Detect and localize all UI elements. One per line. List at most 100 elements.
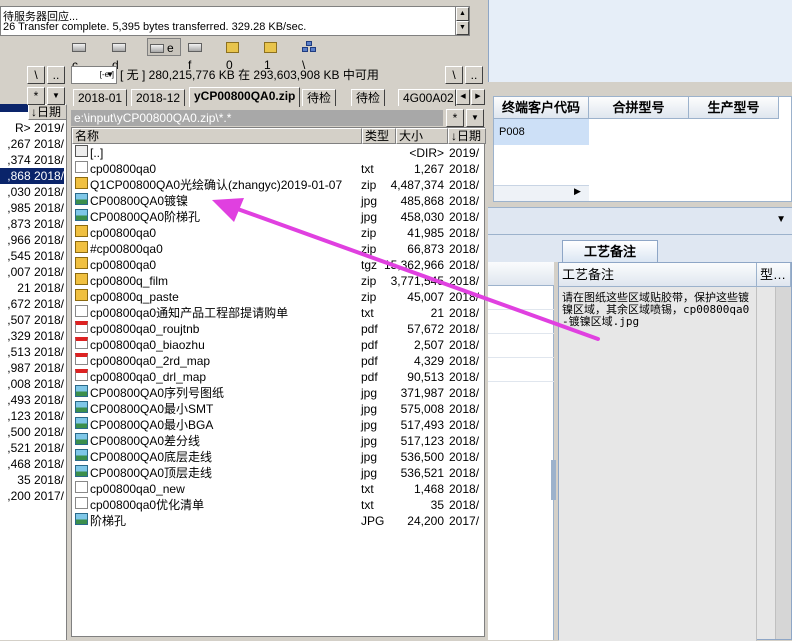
left-pane-row[interactable]: ,329 2018/ — [0, 328, 64, 344]
left-date-header[interactable]: ↓日期 — [28, 104, 67, 120]
panel-splitter[interactable]: ▼ — [488, 207, 792, 235]
grid-header-customer-code[interactable]: 终端客户代码 — [494, 97, 589, 119]
drive-button-e[interactable]: e — [147, 38, 181, 56]
column-name[interactable]: 名称 — [72, 128, 362, 144]
grid-header-merged-model[interactable]: 合拼型号 — [589, 97, 689, 119]
left-pane-row[interactable]: ,468 2018/ — [0, 456, 64, 472]
left-pane-row[interactable]: ,008 2018/ — [0, 376, 64, 392]
scroll-down-icon[interactable]: ▼ — [456, 21, 469, 35]
left-pane-row[interactable]: ,987 2018/ — [0, 360, 64, 376]
file-row[interactable]: cp00800qa0_drl_map pdf 90,513 2018/ — [72, 369, 484, 385]
drive-button-f[interactable]: f — [186, 38, 205, 72]
drive-button-d[interactable]: d — [110, 38, 129, 72]
process-note-text[interactable]: 请在图纸这些区域贴胶带，保护这些镀镍区域，其余区域喷锡，cp00800qa0-镀… — [562, 292, 752, 328]
left-pane-row[interactable]: ,868 2018/ — [0, 168, 64, 184]
tab-process-notes[interactable]: 工艺备注 — [562, 240, 658, 262]
file-row[interactable]: cp00800qa0 tgz 15,362,966 2018/ — [72, 257, 484, 273]
file-list[interactable]: 名称 类型 大小 ↓日期 [..] <DIR> 2019/cp00800qa0 txt… — [71, 127, 486, 637]
file-row[interactable]: CP00800QA0顶层走线 jpg 536,521 2018/ — [72, 465, 484, 481]
left-pane-row[interactable]: ,007 2018/ — [0, 264, 64, 280]
drive-button-c[interactable]: c — [70, 38, 89, 72]
file-row[interactable]: cp00800qa0_biaozhu pdf 2,507 2018/ — [72, 337, 484, 353]
left-parent-button[interactable]: .. — [47, 66, 65, 84]
tab-scroll-right-icon[interactable]: ▶ — [471, 89, 485, 105]
file-row[interactable]: CP00800QA0序列号图纸 jpg 371,987 2018/ — [72, 385, 484, 401]
current-path[interactable]: e:\input\yCP00800QA0.zip\*.* — [71, 110, 443, 126]
tab-2018-12[interactable]: 2018-12 — [131, 89, 186, 106]
left-pane-row[interactable]: ,521 2018/ — [0, 440, 64, 456]
left-pane-row[interactable]: ,873 2018/ — [0, 216, 64, 232]
file-row[interactable]: cp00800qa0_new txt 1,468 2018/ — [72, 481, 484, 497]
left-file-pane[interactable]: ↓日期 R> 2019/,267 2018/,374 2018/,868 201… — [0, 104, 67, 640]
left-pane-row[interactable]: ,030 2018/ — [0, 184, 64, 200]
left-pane-row[interactable]: ,123 2018/ — [0, 408, 64, 424]
tab-2018-01[interactable]: 2018-01 — [73, 89, 128, 106]
notes-cell[interactable] — [559, 287, 757, 641]
log-scrollbar[interactable]: ▲ ▼ — [455, 7, 469, 35]
grid-cell-customer-code[interactable]: P008 — [494, 119, 589, 145]
left-pane-row[interactable]: ,672 2018/ — [0, 296, 64, 312]
left-dropdown-icon[interactable]: ▼ — [47, 87, 65, 105]
left-pane-row[interactable]: ,267 2018/ — [0, 136, 64, 152]
file-row[interactable]: cp00800qa0 txt 1,267 2018/ — [72, 161, 484, 177]
left-pane-row[interactable]: ,374 2018/ — [0, 152, 64, 168]
file-row[interactable]: CP00800QA0镀镍 jpg 485,868 2018/ — [72, 193, 484, 209]
file-row[interactable]: Q1CP00800QA0光绘确认(zhangyc)2019-01-07 zip 4,… — [72, 177, 484, 193]
column-date[interactable]: ↓日期 — [448, 128, 486, 144]
left-pane-row[interactable]: ,985 2018/ — [0, 200, 64, 216]
drive-button-1[interactable]: 1 — [262, 38, 280, 72]
tab-pending-2[interactable]: 待检 — [351, 89, 386, 106]
left-pane-row[interactable]: 35 2018/ — [0, 472, 64, 488]
file-date: 2018/ — [449, 306, 480, 320]
drive-select[interactable]: [-e-] ▼ — [71, 66, 117, 84]
file-row[interactable]: 阶梯孔 JPG 24,200 2017/ — [72, 513, 484, 529]
collapse-icon[interactable]: ▼ — [776, 214, 786, 225]
tab-scroll-left-icon[interactable]: ◀ — [456, 89, 470, 105]
file-row[interactable]: cp00800q_film zip 3,771,545 2018/ — [72, 273, 484, 289]
notes-scrollbar[interactable] — [775, 287, 791, 639]
left-star-button[interactable]: * — [27, 87, 45, 105]
file-row[interactable]: cp00800qa0优化清单 txt 35 2018/ — [72, 497, 484, 513]
left-pane-row[interactable]: ,507 2018/ — [0, 312, 64, 328]
left-pane-row[interactable]: ,513 2018/ — [0, 344, 64, 360]
file-row[interactable]: cp00800qa0通知产品工程部提请购单 txt 21 2018/ — [72, 305, 484, 321]
drive-button-network[interactable]: \ — [300, 38, 320, 72]
file-row[interactable]: cp00800q_paste zip 45,007 2018/ — [72, 289, 484, 305]
scroll-up-icon[interactable]: ▲ — [456, 7, 469, 21]
left-pane-row[interactable]: ,966 2018/ — [0, 232, 64, 248]
scroll-right-icon[interactable]: ▶ — [574, 186, 581, 197]
parent-dir-button[interactable]: .. — [465, 66, 483, 84]
customer-grid[interactable]: 终端客户代码 合拼型号 生产型号 P008 ▶ — [493, 96, 792, 202]
splitter-handle[interactable] — [551, 460, 556, 500]
file-row[interactable]: CP00800QA0阶梯孔 jpg 458,030 2018/ — [72, 209, 484, 225]
left-pane-row[interactable]: ,200 2017/ — [0, 488, 64, 504]
file-row[interactable]: cp00800qa0 zip 41,985 2018/ — [72, 225, 484, 241]
file-row[interactable]: CP00800QA0最小SMT jpg 575,008 2018/ — [72, 401, 484, 417]
file-row[interactable]: cp00800qa0_2rd_map pdf 4,329 2018/ — [72, 353, 484, 369]
left-pane-row[interactable]: ,500 2018/ — [0, 424, 64, 440]
tab-pending-1[interactable]: 待检 — [302, 89, 337, 106]
file-row[interactable]: CP00800QA0差分线 jpg 517,123 2018/ — [72, 433, 484, 449]
process-notes-grid[interactable]: 工艺备注 型… 请在图纸这些区域贴胶带，保护这些镀镍区域，其余区域喷锡，cp00… — [558, 262, 792, 641]
file-row[interactable]: [..] <DIR> 2019/ — [72, 145, 484, 161]
file-row[interactable]: #cp00800qa0 zip 66,873 2018/ — [72, 241, 484, 257]
root-button[interactable]: \ — [445, 66, 463, 84]
type-column-header[interactable]: 型… — [757, 263, 791, 287]
history-dropdown-icon[interactable]: ▼ — [466, 109, 484, 127]
column-size[interactable]: 大小 — [396, 128, 448, 144]
drive-button-0[interactable]: 0 — [224, 38, 242, 72]
file-row[interactable]: CP00800QA0底层走线 jpg 536,500 2018/ — [72, 449, 484, 465]
left-root-button[interactable]: \ — [27, 66, 45, 84]
tab-4g00a02[interactable]: 4G00A02 — [398, 89, 456, 106]
column-type[interactable]: 类型 — [362, 128, 396, 144]
left-pane-row[interactable]: R> 2019/ — [0, 120, 64, 136]
file-row[interactable]: CP00800QA0最小BGA jpg 517,493 2018/ — [72, 417, 484, 433]
file-row[interactable]: cp00800qa0_roujtnb pdf 57,672 2018/ — [72, 321, 484, 337]
filter-star-button[interactable]: * — [446, 109, 464, 127]
notes-column-header[interactable]: 工艺备注 — [559, 263, 757, 287]
grid-header-production-model[interactable]: 生产型号 — [689, 97, 779, 119]
tab-zip-archive[interactable]: yCP00800QA0.zip — [189, 87, 301, 107]
left-pane-row[interactable]: ,545 2018/ — [0, 248, 64, 264]
left-pane-row[interactable]: ,493 2018/ — [0, 392, 64, 408]
left-pane-row[interactable]: 21 2018/ — [0, 280, 64, 296]
